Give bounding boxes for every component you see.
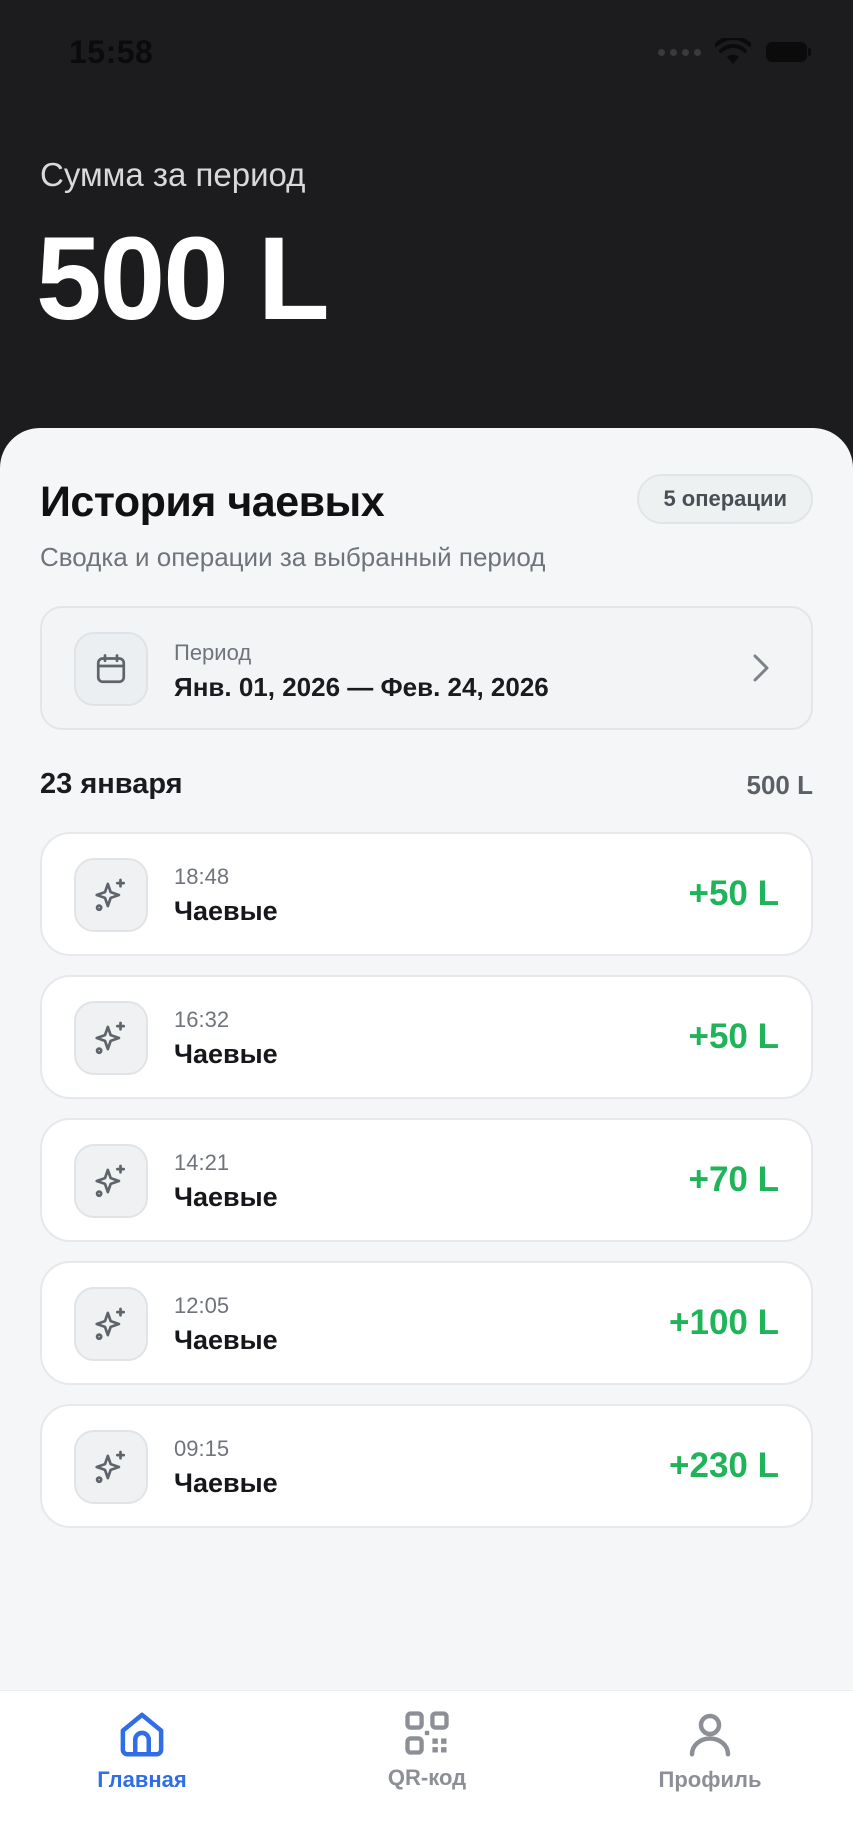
transaction-name: Чаевые [174,1468,278,1498]
tab-qr-code[interactable]: QR-код [327,1707,527,1791]
history-title: История чаевых [40,478,385,526]
transaction-list: 18:48 Чаевые +50 L 16:32 Чаевые +50 L 14… [40,832,813,1547]
tab-qr-label: QR-код [387,1765,467,1790]
sparkle-icon [95,1450,126,1484]
transaction-amount: +50 L [688,1017,779,1056]
profile-icon [689,1713,731,1757]
tab-home-label: Главная [97,1767,187,1792]
period-selector[interactable]: Период Янв. 01, 2026 — Фев. 24, 2026 [40,606,813,730]
chevron-right-icon [753,654,769,682]
sparkle-icon [95,1021,126,1055]
transaction-name: Чаевые [174,1039,278,1069]
calendar-icon [96,654,126,684]
transaction-amount: +70 L [688,1160,779,1199]
sparkle-icon [95,878,126,912]
status-icons [658,38,813,66]
status-time: 15:58 [69,34,154,70]
tip-icon-box [74,1430,148,1504]
history-subtitle: Сводка и операции за выбранный период [40,542,546,572]
signal-icon [658,48,701,56]
transaction-name: Чаевые [174,1182,278,1212]
transaction-item[interactable]: 14:21 Чаевые +70 L [40,1118,813,1242]
wifi-icon [715,38,751,64]
tip-icon-box [74,1144,148,1218]
transaction-time: 09:15 [174,1436,230,1461]
transaction-time: 12:05 [174,1293,230,1318]
sparkle-icon [95,1307,126,1341]
tab-bar: Главная QR-код Профиль [0,1690,853,1844]
history-sheet: История чаевых 5 операции Сводка и опера… [0,428,853,1844]
summary-amount: 500 L [36,213,330,345]
transaction-time: 14:21 [174,1150,230,1175]
tip-icon-box [74,858,148,932]
summary-label: Сумма за период [40,156,306,193]
tab-home[interactable]: Главная [42,1707,242,1793]
period-summary: Сумма за период 500 L [0,108,853,428]
transaction-amount: +100 L [669,1303,779,1342]
transaction-item[interactable]: 09:15 Чаевые +230 L [40,1404,813,1528]
tab-profile-label: Профиль [658,1767,762,1792]
tip-icon-box [74,1287,148,1361]
tip-icon-box [74,1001,148,1075]
transaction-time: 16:32 [174,1007,230,1032]
day-title: 23 января [40,768,183,800]
home-icon [120,1712,164,1757]
transaction-item[interactable]: 16:32 Чаевые +50 L [40,975,813,1099]
period-icon-box [74,632,148,706]
transaction-time: 18:48 [174,864,230,889]
transaction-item[interactable]: 12:05 Чаевые +100 L [40,1261,813,1385]
transaction-name: Чаевые [174,1325,278,1355]
app-screen: 15:58 Сумма за период 500 L История чаев… [0,0,853,1844]
qr-code-icon [405,1711,449,1755]
operations-count-badge: 5 операции [637,474,813,524]
transaction-item[interactable]: 18:48 Чаевые +50 L [40,832,813,956]
transaction-amount: +230 L [669,1446,779,1485]
day-total: 500 L [746,770,814,800]
transaction-name: Чаевые [174,896,278,926]
period-range: Янв. 01, 2026 — Фев. 24, 2026 [174,672,549,702]
status-bar: 15:58 [0,0,853,108]
transaction-amount: +50 L [688,874,779,913]
period-label: Период [174,640,252,665]
battery-icon [766,42,811,62]
sparkle-icon [95,1164,126,1198]
tab-profile[interactable]: Профиль [610,1707,810,1793]
